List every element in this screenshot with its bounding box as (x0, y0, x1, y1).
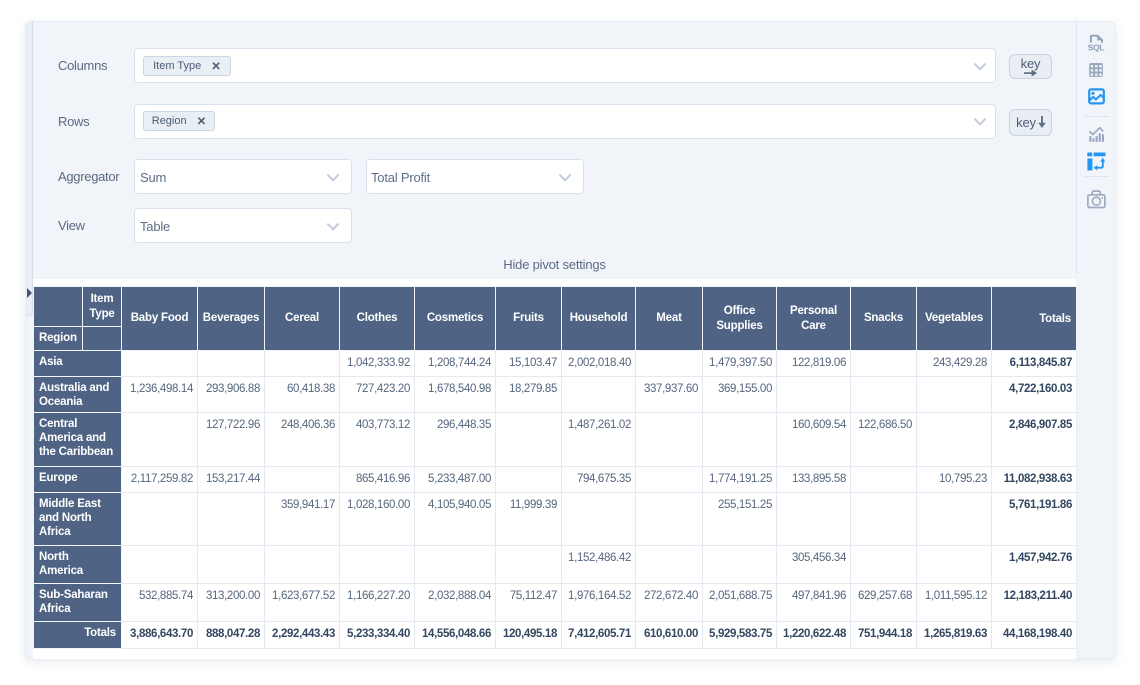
svg-text:SQL: SQL (1088, 43, 1104, 53)
